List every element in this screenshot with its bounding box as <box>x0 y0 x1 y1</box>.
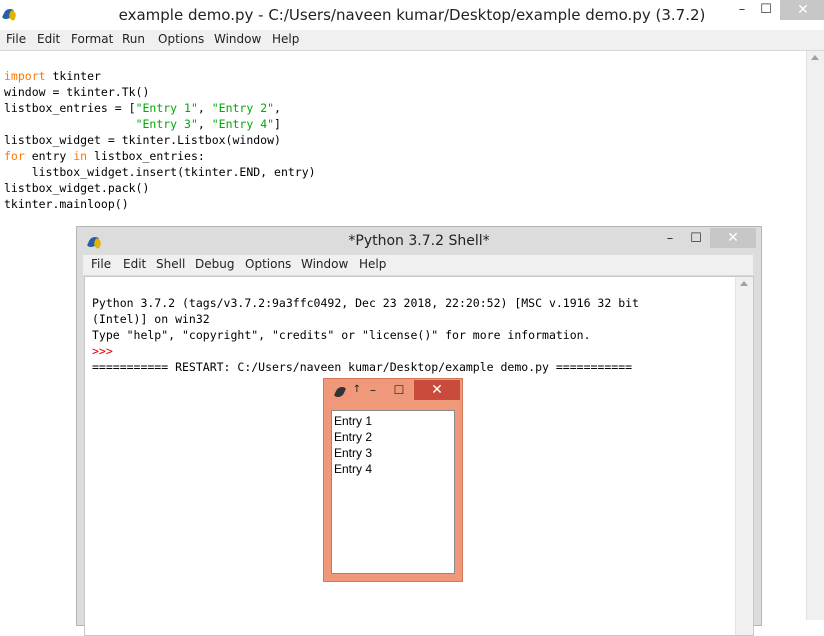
close-button[interactable]: ✕ <box>780 0 824 20</box>
shell-scrollbar[interactable] <box>735 277 753 635</box>
menu-options[interactable]: Options <box>158 32 204 46</box>
shell-menubar: File Edit Shell Debug Options Window Hel… <box>83 255 753 276</box>
editor-code[interactable]: import tkinter window = tkinter.Tk() listb… <box>4 52 316 244</box>
menu-run[interactable]: Run <box>122 32 145 46</box>
menu-options[interactable]: Options <box>245 257 291 271</box>
tk-window: ↑ – ☐ ✕ Entry 1 Entry 2 Entry 3 Entry 4 <box>323 378 463 582</box>
close-button[interactable]: ✕ <box>414 380 460 400</box>
menu-help[interactable]: Help <box>272 32 299 46</box>
editor-scrollbar[interactable] <box>806 51 824 620</box>
minimize-button[interactable]: – <box>656 229 684 249</box>
list-item[interactable]: Entry 1 <box>334 413 372 429</box>
list-item[interactable]: Entry 3 <box>334 445 372 461</box>
menu-file[interactable]: File <box>91 257 111 271</box>
menu-window[interactable]: Window <box>214 32 261 46</box>
menu-edit[interactable]: Edit <box>123 257 146 271</box>
list-item[interactable]: Entry 2 <box>334 429 372 445</box>
code-line: listbox_widget.pack() <box>4 181 150 195</box>
scroll-up-icon[interactable] <box>740 281 748 286</box>
shell-line: Type "help", "copyright", "credits" or "… <box>92 328 591 342</box>
scroll-up-icon[interactable] <box>811 55 819 60</box>
minimize-button[interactable]: – <box>362 381 384 399</box>
menu-file[interactable]: File <box>6 32 26 46</box>
code-line: listbox_widget.insert(tkinter.END, entry… <box>4 165 316 179</box>
menu-help[interactable]: Help <box>359 257 386 271</box>
menu-shell[interactable]: Shell <box>156 257 185 271</box>
shell-prompt: >>> <box>92 344 120 358</box>
editor-menubar: File Edit Format Run Options Window Help <box>0 30 824 51</box>
listbox[interactable]: Entry 1 Entry 2 Entry 3 Entry 4 <box>331 410 455 574</box>
close-button[interactable]: ✕ <box>710 228 756 248</box>
editor-titlebar[interactable]: example demo.py - C:/Users/naveen kumar/… <box>0 0 824 30</box>
code-line: listbox_entries = ["Entry 1", "Entry 2", <box>4 101 281 115</box>
shell-line: Python 3.7.2 (tags/v3.7.2:9a3ffc0492, De… <box>92 296 639 310</box>
shell-line: (Intel)] on win32 <box>92 312 210 326</box>
code-line: for entry in listbox_entries: <box>4 149 205 163</box>
menu-debug[interactable]: Debug <box>195 257 234 271</box>
editor-title: example demo.py - C:/Users/naveen kumar/… <box>118 6 706 24</box>
maximize-button[interactable]: ☐ <box>682 229 710 249</box>
menu-format[interactable]: Format <box>71 32 113 46</box>
maximize-button[interactable]: ☐ <box>752 0 780 20</box>
list-item[interactable]: Entry 4 <box>334 461 372 477</box>
code-line: tkinter.mainloop() <box>4 197 129 211</box>
code-line: "Entry 3", "Entry 4"] <box>135 117 281 131</box>
code-line: listbox_widget = tkinter.Listbox(window) <box>4 133 281 147</box>
tk-titlebar[interactable]: ↑ – ☐ ✕ <box>324 379 462 403</box>
shell-titlebar[interactable]: *Python 3.7.2 Shell* – ☐ ✕ <box>77 227 761 257</box>
shell-line: =========== RESTART: C:/Users/naveen kum… <box>92 360 633 374</box>
code-line: window = tkinter.Tk() <box>4 85 150 99</box>
code-line: import tkinter <box>4 69 101 83</box>
maximize-button[interactable]: ☐ <box>388 381 410 399</box>
menu-edit[interactable]: Edit <box>37 32 60 46</box>
menu-window[interactable]: Window <box>301 257 348 271</box>
